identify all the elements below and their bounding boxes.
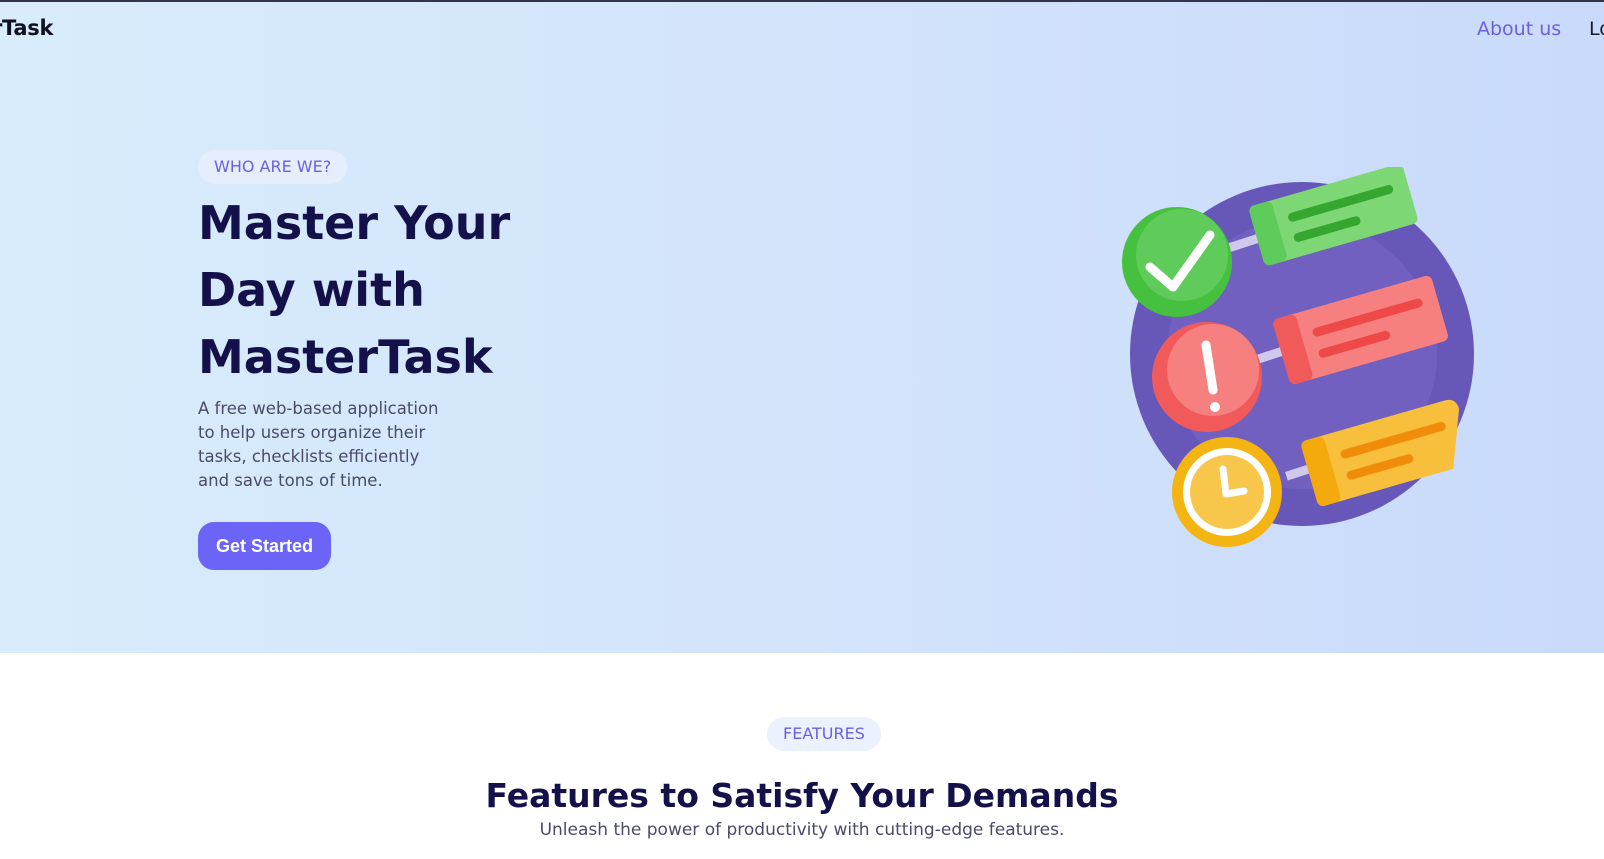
exclamation-icon	[1152, 322, 1262, 432]
nav-link-login[interactable]: Lo	[1589, 18, 1604, 40]
check-icon	[1122, 207, 1232, 317]
hero-tag: WHO ARE WE?	[198, 150, 348, 184]
brand-logo[interactable]: rTask	[0, 16, 53, 40]
features-subtitle: Unleash the power of productivity with c…	[539, 820, 1065, 840]
hero-section: rTask About us Lo WHO ARE WE? Master You…	[0, 2, 1604, 653]
task-list-illustration	[1122, 167, 1474, 547]
hero-title: Master Your Day with MasterTask	[198, 196, 511, 384]
clock-icon	[1172, 437, 1282, 547]
features-title: Features to Satisfy Your Demands	[485, 776, 1119, 815]
get-started-button[interactable]: Get Started	[198, 522, 331, 570]
hero-description: A free web-based application to help use…	[198, 399, 439, 490]
features-tag: FEATURES	[767, 717, 881, 751]
nav-link-about[interactable]: About us	[1477, 18, 1561, 40]
